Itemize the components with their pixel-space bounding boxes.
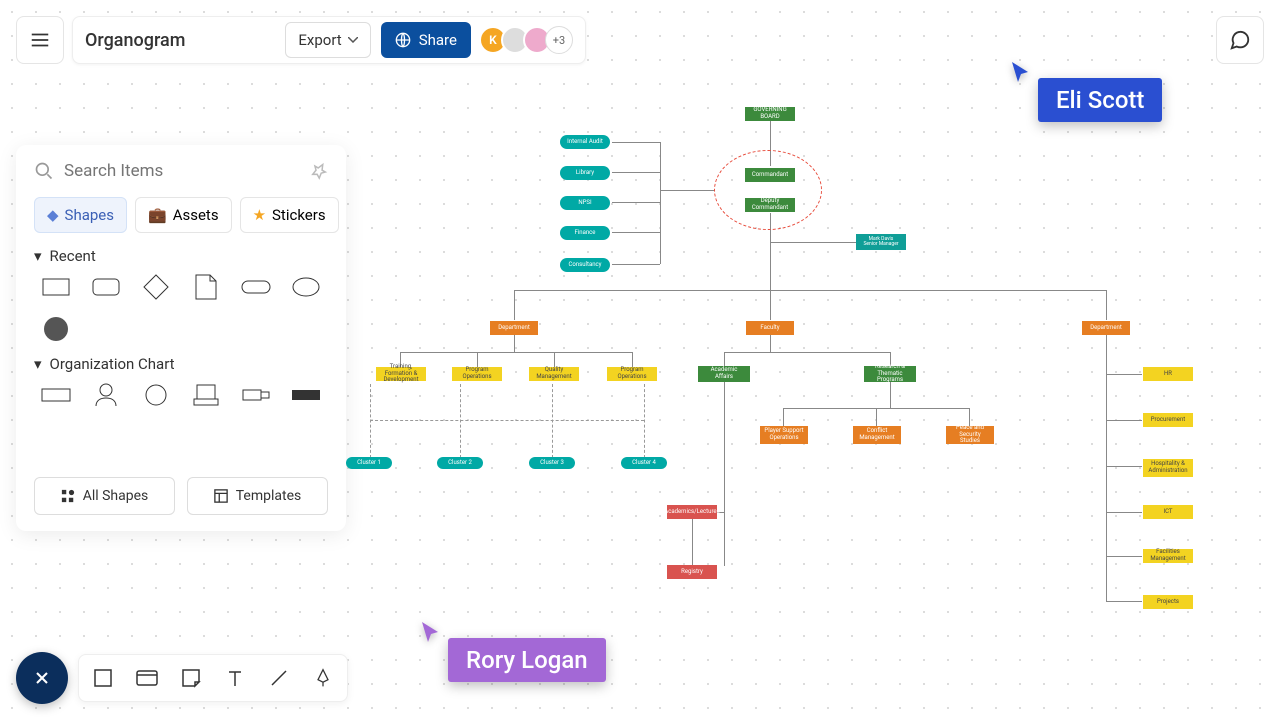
avatar-more[interactable]: +3: [545, 26, 573, 54]
org-node[interactable]: Academic Affairs: [698, 366, 750, 382]
tool-line[interactable]: [265, 664, 293, 692]
section-orgchart[interactable]: ▾ Organization Chart: [34, 355, 328, 373]
org-node[interactable]: Finance: [560, 226, 610, 240]
shape-diamond[interactable]: [140, 275, 172, 299]
shape-ellipse[interactable]: [290, 275, 322, 299]
org-node[interactable]: Internal Audit: [560, 135, 610, 149]
org-node[interactable]: Hospitality & Administration: [1143, 459, 1193, 477]
orgshape-circle[interactable]: [140, 383, 172, 407]
shape-pill[interactable]: [240, 275, 272, 299]
org-node[interactable]: Commandant: [745, 168, 795, 182]
orgshape-tag[interactable]: [240, 383, 272, 407]
org-node[interactable]: Cluster 4: [621, 457, 667, 469]
org-node[interactable]: Registry: [667, 565, 717, 579]
tool-text[interactable]: [221, 664, 249, 692]
orgshape-card[interactable]: [190, 383, 222, 407]
all-shapes-button[interactable]: All Shapes: [34, 477, 175, 515]
hamburger-icon: [29, 29, 51, 51]
collaborator-cursor-eli: Eli Scott: [1010, 60, 1162, 122]
tool-card[interactable]: [133, 664, 161, 692]
tab-label: Shapes: [65, 206, 114, 224]
shapes-panel: ◆Shapes 💼Assets ★Stickers ▾ Recent ▾ Org…: [16, 145, 346, 531]
org-node[interactable]: ICT: [1143, 505, 1193, 519]
shape-rounded-rect[interactable]: [90, 275, 122, 299]
org-node[interactable]: Player Support Operations: [760, 426, 808, 444]
button-label: Templates: [236, 488, 302, 504]
org-node[interactable]: Department: [1082, 321, 1130, 335]
shape-circle-filled[interactable]: [40, 317, 72, 341]
tab-label: Assets: [173, 206, 219, 224]
org-node[interactable]: Cluster 2: [437, 457, 483, 469]
tab-label: Stickers: [272, 206, 326, 224]
selection-circle: [714, 150, 822, 230]
org-node[interactable]: Training, Formation & Development: [376, 367, 426, 381]
hamburger-menu-button[interactable]: [16, 16, 64, 64]
org-node[interactable]: HR: [1143, 367, 1193, 381]
tool-rectangle[interactable]: [89, 664, 117, 692]
search-icon: [34, 161, 54, 181]
org-node[interactable]: Peace and Security Studies: [946, 426, 994, 444]
orgshape-bar[interactable]: [290, 383, 322, 407]
collaborator-avatars[interactable]: K +3: [481, 26, 573, 54]
section-label: Organization Chart: [50, 355, 175, 373]
org-node[interactable]: Consultancy: [560, 258, 610, 272]
section-label: Recent: [50, 247, 96, 265]
tool-sticky[interactable]: [177, 664, 205, 692]
org-node[interactable]: Conflict Management: [853, 426, 901, 444]
orgshape-box[interactable]: [40, 383, 72, 407]
cursor-name: Eli Scott: [1038, 78, 1162, 122]
org-node[interactable]: Mark Davis Senior Manager: [856, 234, 906, 250]
org-node[interactable]: Facilities Management: [1143, 549, 1193, 563]
org-node[interactable]: Cluster 3: [529, 457, 575, 469]
document-toolbar: Organogram Export Share K +3: [72, 16, 586, 64]
chevron-down-icon: [348, 37, 358, 43]
cursor-icon: [1010, 60, 1032, 86]
tab-assets[interactable]: 💼Assets: [135, 197, 232, 233]
templates-icon: [214, 489, 228, 503]
close-panel-button[interactable]: [16, 652, 68, 704]
tab-shapes[interactable]: ◆Shapes: [34, 197, 127, 233]
orgshape-person[interactable]: [90, 383, 122, 407]
comments-button[interactable]: [1216, 16, 1264, 64]
globe-icon: [395, 32, 411, 48]
org-node[interactable]: Cluster 1: [346, 457, 392, 469]
export-label: Export: [298, 31, 341, 49]
org-node[interactable]: Procurement: [1143, 413, 1193, 427]
shapes-icon: [61, 489, 75, 503]
org-node[interactable]: Quality Management: [529, 367, 579, 381]
org-node[interactable]: Library: [560, 166, 610, 180]
tab-stickers[interactable]: ★Stickers: [240, 197, 339, 233]
canvas-toolbar: [78, 654, 348, 702]
document-title[interactable]: Organogram: [85, 30, 275, 51]
tool-pen[interactable]: [309, 664, 337, 692]
org-node[interactable]: Research & Thematic Programs: [864, 366, 916, 382]
button-label: All Shapes: [83, 488, 149, 504]
share-label: Share: [419, 31, 457, 49]
cursor-name: Rory Logan: [448, 638, 606, 682]
shape-rectangle[interactable]: [40, 275, 72, 299]
cursor-icon: [420, 620, 442, 646]
chat-icon: [1229, 29, 1251, 51]
share-button[interactable]: Share: [381, 22, 471, 58]
pin-icon[interactable]: [310, 162, 328, 180]
export-button[interactable]: Export: [285, 22, 370, 58]
templates-button[interactable]: Templates: [187, 477, 328, 515]
org-node[interactable]: Academics/Lectures: [667, 505, 717, 519]
org-node[interactable]: Projects: [1143, 595, 1193, 609]
org-node[interactable]: GOVERNING BOARD: [745, 107, 795, 121]
search-input[interactable]: [64, 161, 300, 181]
shape-document[interactable]: [190, 275, 222, 299]
org-node[interactable]: Program Operations: [452, 367, 502, 381]
org-node[interactable]: Program Operations: [607, 367, 657, 381]
org-node[interactable]: NPSI: [560, 196, 610, 210]
close-icon: [32, 668, 52, 688]
org-node[interactable]: Department: [490, 321, 538, 335]
org-node[interactable]: Deputy Commandant: [745, 198, 795, 212]
section-recent[interactable]: ▾ Recent: [34, 247, 328, 265]
collaborator-cursor-rory: Rory Logan: [420, 620, 606, 682]
org-node[interactable]: Faculty: [746, 321, 794, 335]
